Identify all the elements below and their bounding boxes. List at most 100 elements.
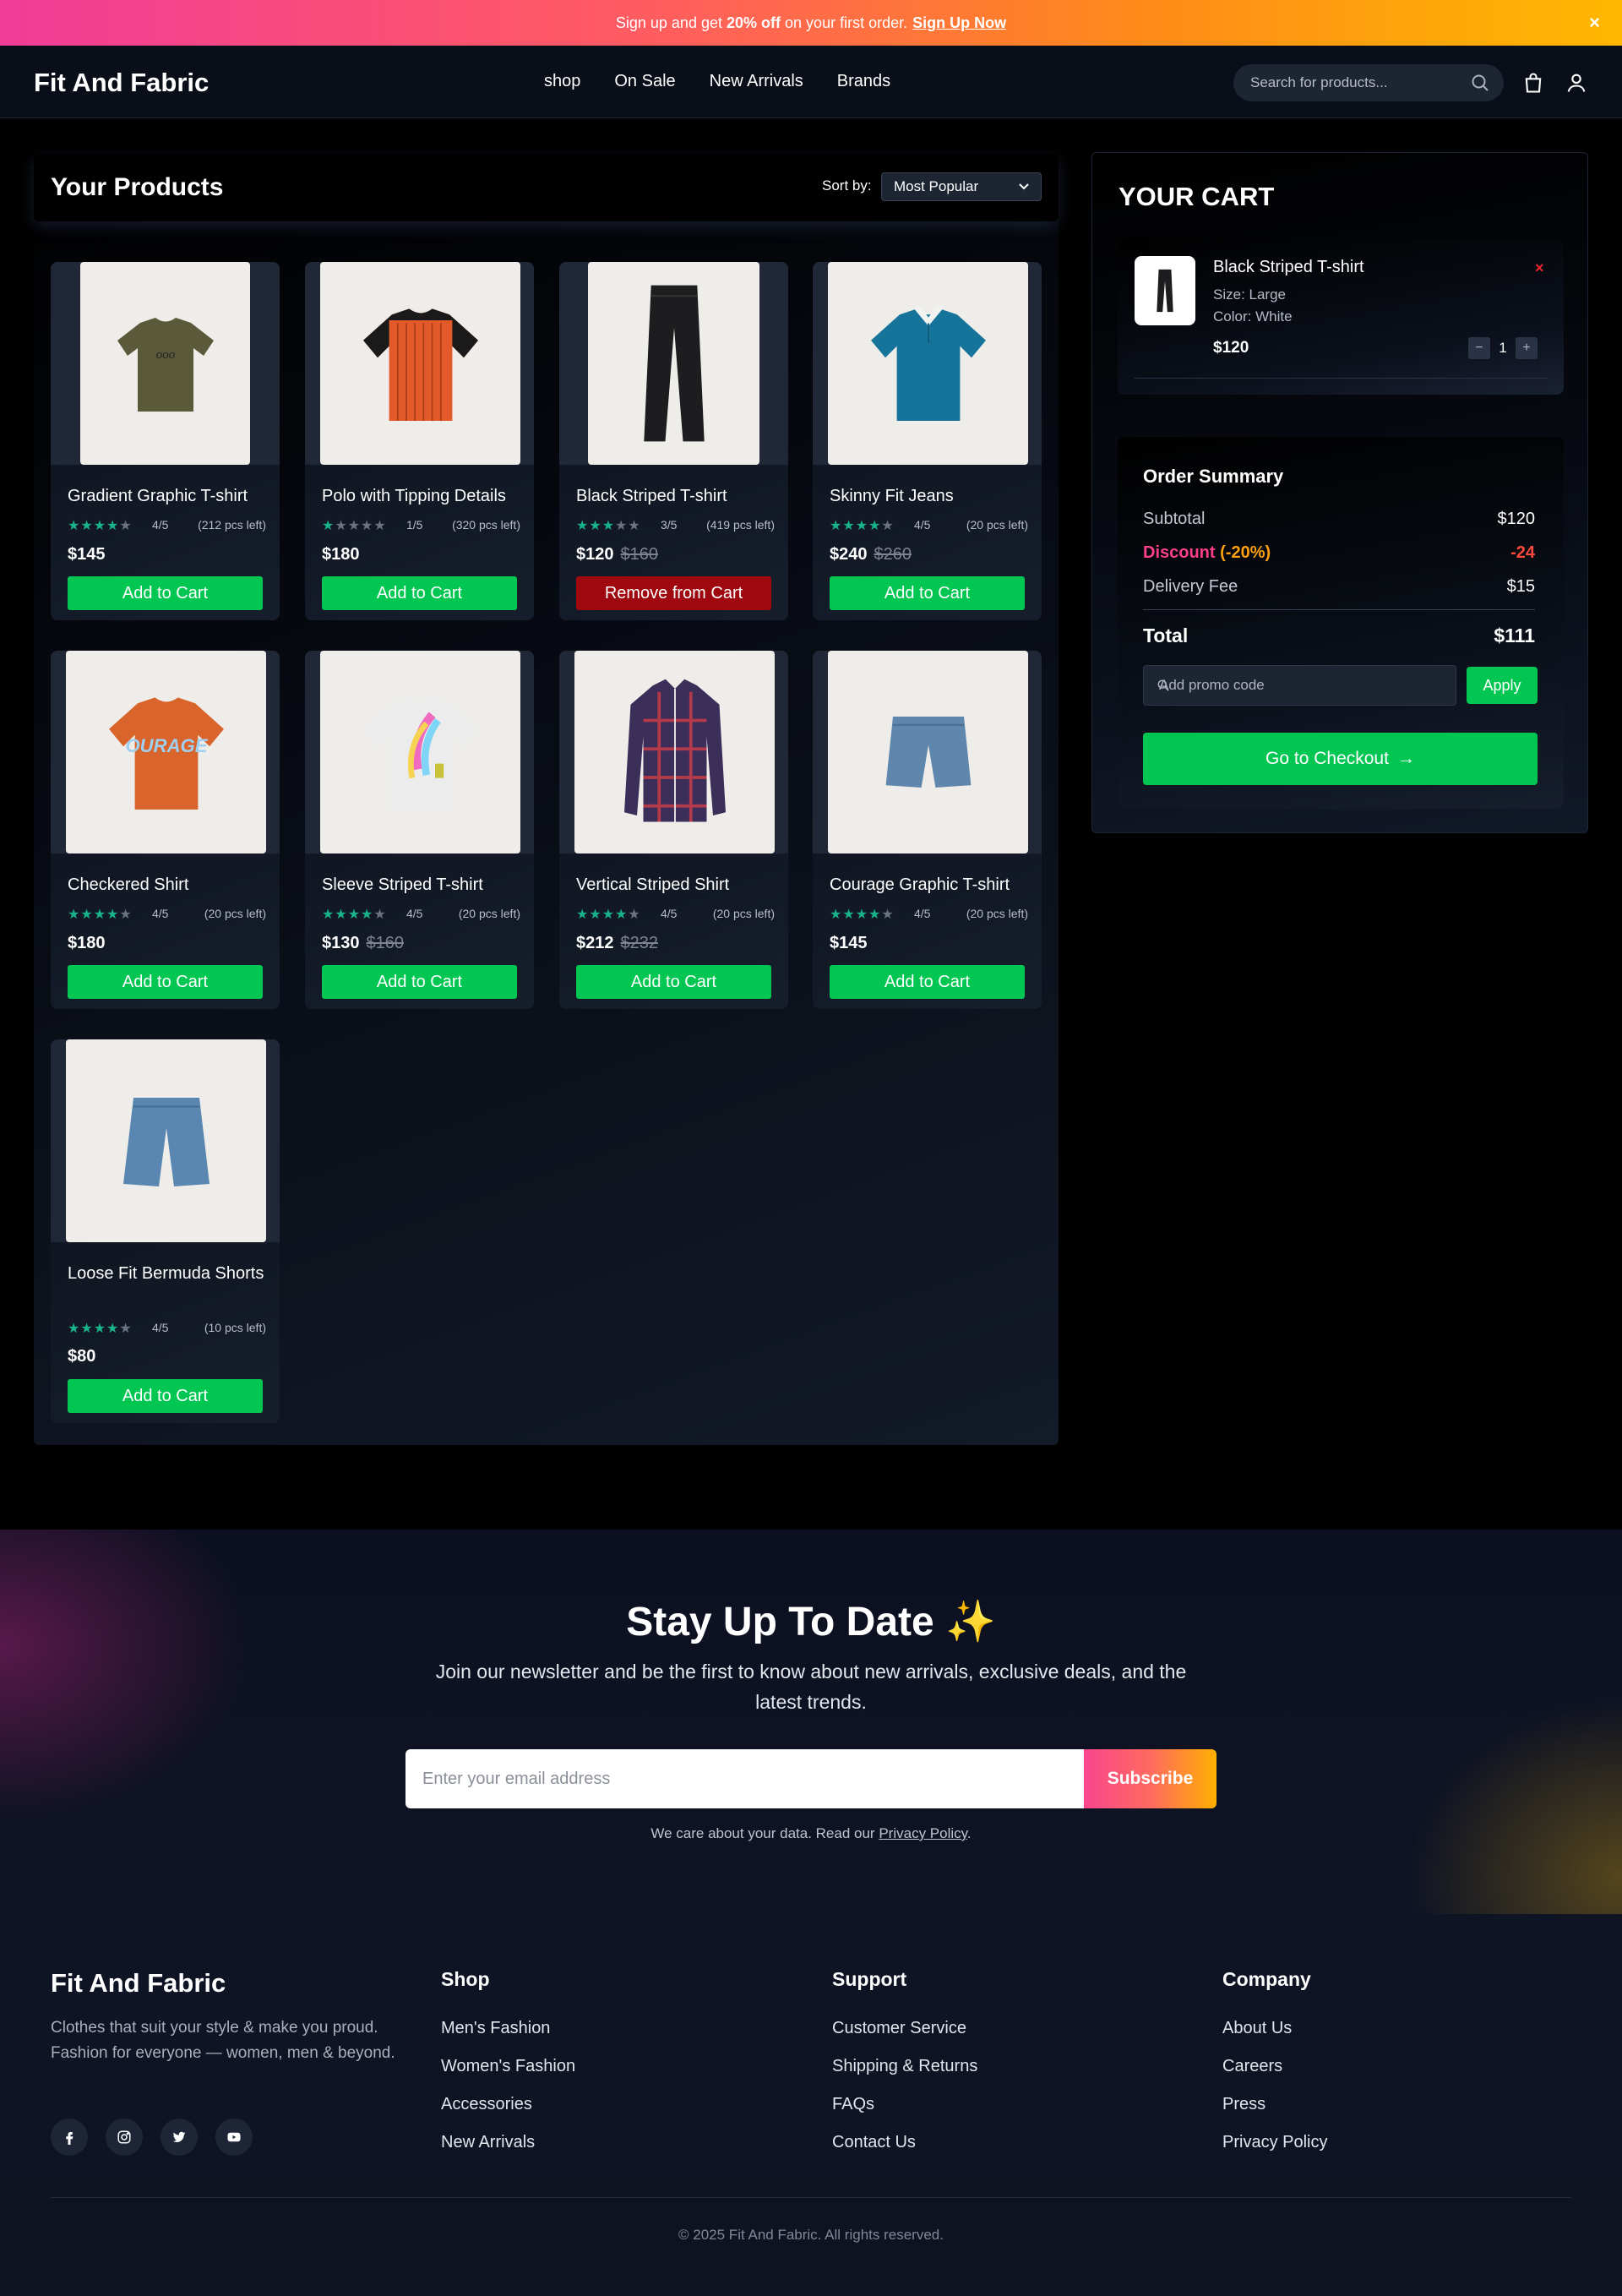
footer-link[interactable]: FAQs: [832, 2086, 977, 2124]
white-graphic-tshirt-image: [362, 697, 478, 810]
black-jeans-image: [643, 285, 705, 442]
product-card[interactable]: Loose Fit Bermuda Shorts ★★★★★ 4/5 (10 p…: [51, 1039, 280, 1423]
instagram-icon[interactable]: [106, 2119, 143, 2156]
product-image-area[interactable]: ooo: [51, 262, 280, 465]
product-card[interactable]: Sleeve Striped T-shirt ★★★★★ 4/5 (20 pcs…: [305, 651, 534, 1009]
close-icon[interactable]: ×: [1589, 12, 1600, 34]
promo-code-input[interactable]: [1143, 665, 1456, 706]
footer-link[interactable]: Press: [1222, 2086, 1327, 2124]
add-to-cart-button[interactable]: Add to Cart: [322, 576, 517, 610]
add-to-cart-button[interactable]: Add to Cart: [830, 576, 1025, 610]
product-name[interactable]: Skinny Fit Jeans: [830, 483, 1028, 509]
email-input[interactable]: [406, 1749, 1085, 1808]
checkout-button[interactable]: Go to Checkout →: [1143, 733, 1538, 785]
footer-link[interactable]: New Arrivals: [441, 2124, 575, 2162]
logo[interactable]: Fit And Fabric: [34, 68, 209, 98]
subscribe-button[interactable]: Subscribe: [1084, 1749, 1216, 1808]
product-photo[interactable]: [574, 651, 775, 854]
footer-link[interactable]: Contact Us: [832, 2124, 977, 2162]
footer-brand[interactable]: Fit And Fabric: [51, 1968, 226, 1999]
nav-brands[interactable]: Brands: [837, 72, 890, 91]
old-price: $160: [620, 545, 659, 564]
product-name[interactable]: Courage Graphic T-shirt: [830, 872, 1028, 897]
product-card[interactable]: Skinny Fit Jeans ★★★★★ 4/5 (20 pcs left)…: [813, 262, 1042, 620]
product-photo[interactable]: OURAGE: [66, 651, 266, 854]
product-name[interactable]: Sleeve Striped T-shirt: [322, 872, 520, 897]
sign-up-link[interactable]: Sign Up Now: [912, 14, 1006, 32]
product-name[interactable]: Vertical Striped Shirt: [576, 872, 775, 897]
product-photo[interactable]: [828, 651, 1028, 854]
footer-link[interactable]: Accessories: [441, 2086, 575, 2124]
product-photo[interactable]: [66, 1039, 266, 1242]
search-input[interactable]: [1233, 64, 1504, 101]
product-name[interactable]: Black Striped T-shirt: [576, 483, 775, 509]
privacy-policy-link[interactable]: Privacy Policy: [879, 1825, 967, 1841]
product-image-area[interactable]: [305, 262, 534, 465]
remove-item-icon[interactable]: ×: [1535, 259, 1544, 277]
product-image-area[interactable]: [813, 651, 1042, 854]
product-card[interactable]: Black Striped T-shirt ★★★★★ 3/5 (419 pcs…: [559, 262, 788, 620]
quantity-stepper: − 1 +: [1468, 337, 1538, 359]
promo-bar: Sign up and get 20% off on your first or…: [0, 0, 1622, 46]
cart-item-name[interactable]: Black Striped T-shirt: [1213, 258, 1364, 277]
product-photo[interactable]: [320, 262, 520, 465]
apply-promo-button[interactable]: Apply: [1467, 667, 1538, 704]
product-name[interactable]: Loose Fit Bermuda Shorts: [68, 1261, 266, 1286]
sort-select[interactable]: Most Popular: [881, 172, 1042, 201]
footer-link[interactable]: Customer Service: [832, 2010, 977, 2048]
product-card[interactable]: ooo Gradient Graphic T-shirt ★★★★★ 4/5 (…: [51, 262, 280, 620]
twitter-icon[interactable]: [161, 2119, 198, 2156]
product-image-area[interactable]: [813, 262, 1042, 465]
product-image-area[interactable]: [305, 651, 534, 854]
product-image-area[interactable]: [559, 262, 788, 465]
main-nav: shop On Sale New Arrivals Brands: [544, 72, 890, 91]
footer-link[interactable]: Shipping & Returns: [832, 2048, 977, 2086]
footer-link[interactable]: About Us: [1222, 2010, 1327, 2048]
add-to-cart-button[interactable]: Add to Cart: [68, 965, 263, 999]
facebook-icon[interactable]: [51, 2119, 88, 2156]
user-icon[interactable]: [1565, 71, 1588, 95]
youtube-icon[interactable]: [215, 2119, 253, 2156]
product-name[interactable]: Checkered Shirt: [68, 872, 266, 897]
product-image-area[interactable]: [51, 1039, 280, 1242]
search-icon[interactable]: [1470, 73, 1490, 93]
product-photo[interactable]: [828, 262, 1028, 465]
decrease-quantity-button[interactable]: −: [1468, 337, 1490, 359]
footer-link[interactable]: Careers: [1222, 2048, 1327, 2086]
product-image-area[interactable]: [559, 651, 788, 854]
nav-on-sale[interactable]: On Sale: [614, 72, 675, 91]
product-photo[interactable]: [320, 651, 520, 854]
cart-icon[interactable]: [1521, 71, 1545, 95]
footer-link[interactable]: Men's Fashion: [441, 2010, 575, 2048]
nav-new-arrivals[interactable]: New Arrivals: [710, 72, 803, 91]
footer-link[interactable]: Women's Fashion: [441, 2048, 575, 2086]
nav-shop[interactable]: shop: [544, 72, 580, 91]
promo-highlight: 20% off: [727, 14, 781, 31]
product-card[interactable]: Polo with Tipping Details ★★★★★ 1/5 (320…: [305, 262, 534, 620]
stock-text: (320 pcs left): [452, 518, 520, 532]
increase-quantity-button[interactable]: +: [1516, 337, 1538, 359]
product-card[interactable]: Courage Graphic T-shirt ★★★★★ 4/5 (20 pc…: [813, 651, 1042, 1009]
product-image-area[interactable]: OURAGE: [51, 651, 280, 854]
rating-text: 1/5: [406, 518, 423, 532]
add-to-cart-button[interactable]: Add to Cart: [322, 965, 517, 999]
product-name[interactable]: Polo with Tipping Details: [322, 483, 520, 509]
footer-link[interactable]: Privacy Policy: [1222, 2124, 1327, 2162]
olive-tshirt-image: ooo: [117, 318, 214, 412]
add-to-cart-button[interactable]: Add to Cart: [576, 965, 771, 999]
delivery-value: $15: [1506, 577, 1535, 596]
product-photo[interactable]: [588, 262, 759, 465]
add-to-cart-button[interactable]: Add to Cart: [68, 1379, 263, 1413]
product-card[interactable]: OURAGE Checkered Shirt ★★★★★ 4/5 (20 pcs…: [51, 651, 280, 1009]
remove-from-cart-button[interactable]: Remove from Cart: [576, 576, 771, 610]
product-photo[interactable]: ooo: [80, 262, 250, 465]
privacy-note: We care about your data. Read our Privac…: [650, 1825, 972, 1841]
cart-item-thumbnail[interactable]: [1135, 256, 1195, 325]
price-row: $180: [322, 545, 360, 564]
price: $145: [68, 545, 106, 564]
add-to-cart-button[interactable]: Add to Cart: [830, 965, 1025, 999]
product-card[interactable]: Vertical Striped Shirt ★★★★★ 4/5 (20 pcs…: [559, 651, 788, 1009]
product-name[interactable]: Gradient Graphic T-shirt: [68, 483, 266, 509]
products-panel: Your Products Sort by: Most Popular ooo …: [34, 154, 1059, 1445]
add-to-cart-button[interactable]: Add to Cart: [68, 576, 263, 610]
